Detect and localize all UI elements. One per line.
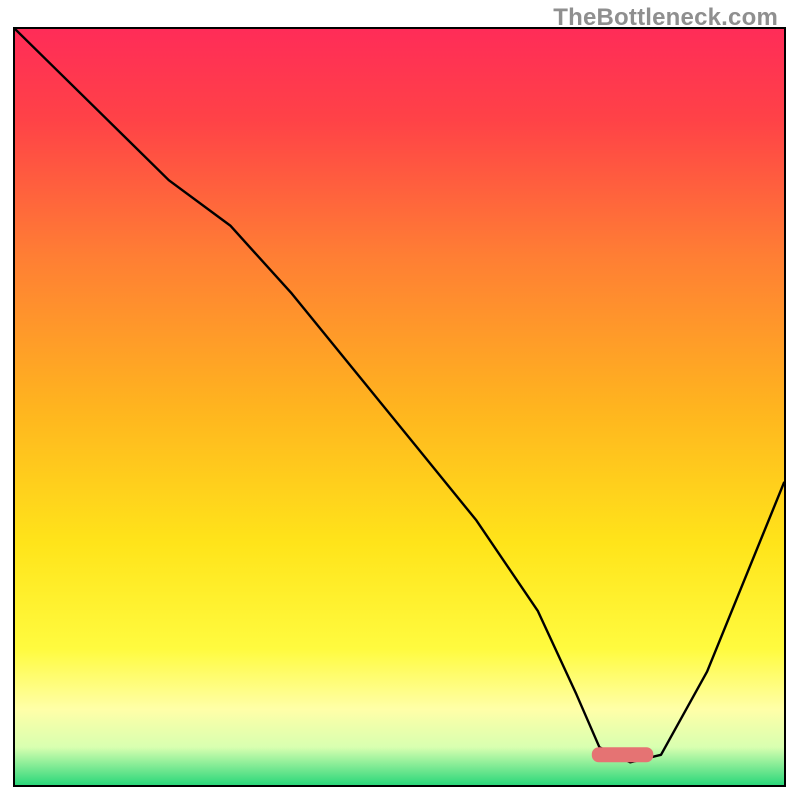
optimal-marker <box>592 747 654 762</box>
plot-area <box>13 27 786 787</box>
chart-container: TheBottleneck.com <box>0 0 800 800</box>
watermark: TheBottleneck.com <box>553 4 778 32</box>
chart-svg <box>15 29 784 785</box>
